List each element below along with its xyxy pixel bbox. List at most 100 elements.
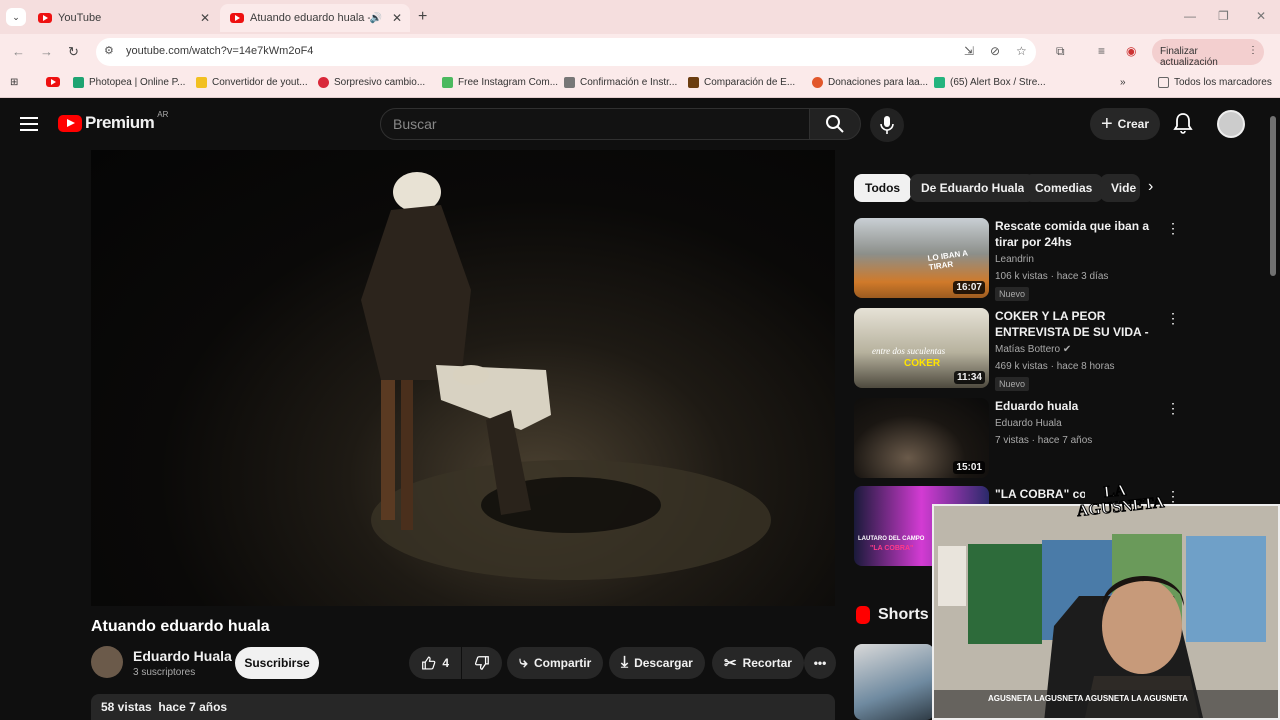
more-bookmarks-icon[interactable]: » <box>1120 77 1126 88</box>
bookmark-label: (65) Alert Box / Stre... <box>950 77 1046 88</box>
recommendation-meta: 7 vistas · hace 7 años <box>995 435 1093 446</box>
back-icon[interactable]: ← <box>12 44 25 59</box>
install-icon[interactable]: ⇲ <box>964 44 974 58</box>
thumbnail-caption: LO IBAN A TIRAR <box>927 248 969 272</box>
all-bookmarks[interactable]: Todos los marcadores <box>1158 77 1272 88</box>
bookmark-item[interactable]: Donaciones para laa... <box>812 77 928 88</box>
channel-name[interactable]: Eduardo Huala <box>133 648 232 664</box>
bookmark-item[interactable]: Sorpresivo cambio... <box>318 77 425 88</box>
account-avatar[interactable] <box>1217 110 1245 138</box>
search-box[interactable] <box>380 108 810 140</box>
bookmark-label: Comparación de E... <box>704 77 796 88</box>
youtube-premium-logo[interactable]: Premium AR <box>58 109 169 133</box>
chip-de-eduardo-huala[interactable]: De Eduardo Huala <box>910 174 1036 202</box>
create-button[interactable]: + Crear <box>1090 108 1160 140</box>
close-tab-icon[interactable]: ✕ <box>200 11 210 25</box>
chip-comedias[interactable]: Comedias <box>1024 174 1104 202</box>
video-thumbnail[interactable]: entre dos suculentas COKER 11:34 <box>854 308 989 388</box>
new-badge: Nuevo <box>995 377 1030 391</box>
bookmark-item[interactable]: (65) Alert Box / Stre... <box>934 77 1046 88</box>
update-button[interactable]: Finalizar actualización ⋮ <box>1152 39 1264 68</box>
video-thumbnail[interactable]: 15:01 <box>854 398 989 478</box>
youtube-favicon-icon <box>230 13 244 23</box>
more-vertical-icon[interactable]: ⋮ <box>1166 221 1180 235</box>
upload-age: hace 7 años <box>158 700 228 714</box>
bookmark-label: Photopea | Online P... <box>89 77 186 88</box>
bookmark-item[interactable]: Convertidor de yout... <box>196 77 308 88</box>
video-player[interactable] <box>91 150 835 606</box>
restore-icon[interactable]: ❐ <box>1218 9 1229 23</box>
recommendation-item[interactable]: entre dos suculentas COKER 11:34 COKER Y… <box>854 308 1180 391</box>
address-bar[interactable]: ⚙ youtube.com/watch?v=14e7kWm2oF4 ⇲ ⊘ ☆ <box>96 38 1036 66</box>
chip-videos[interactable]: Vide <box>1100 174 1140 202</box>
apps-icon[interactable]: ⊞ <box>10 77 18 88</box>
bookmark-item[interactable]: Free Instagram Com... <box>442 77 558 88</box>
subscribe-button[interactable]: Suscribirse <box>235 647 319 679</box>
clip-button[interactable]: ✂ Recortar <box>712 647 804 679</box>
more-vertical-icon[interactable]: ⋮ <box>1166 489 1180 503</box>
create-label: Crear <box>1117 117 1150 131</box>
speaker-icon[interactable]: 🔊 <box>370 13 382 24</box>
download-icon: ⤓ <box>621 654 629 671</box>
recommendation-channel: Eduardo Huala <box>995 418 1062 429</box>
close-window-icon[interactable]: ✕ <box>1256 9 1266 23</box>
eye-off-icon[interactable]: ⊘ <box>990 44 1000 58</box>
scrollbar[interactable] <box>1270 116 1276 276</box>
bookmark-item[interactable]: Confirmación e Instr... <box>564 77 677 88</box>
share-button[interactable]: ⤷ Compartir <box>507 647 604 679</box>
profile-icon[interactable]: ◉ <box>1126 44 1136 58</box>
bookmark-item[interactable]: Comparación de E... <box>688 77 795 88</box>
scissors-icon: ✂ <box>724 655 737 672</box>
forward-icon[interactable]: → <box>40 44 53 59</box>
subscriber-count: 3 suscriptores <box>133 667 196 678</box>
description-box[interactable]: 58 vistas hace 7 años <box>91 694 835 720</box>
search-input[interactable] <box>381 109 809 139</box>
new-badge: Nuevo <box>995 287 1030 301</box>
notifications-bell-icon[interactable] <box>1173 112 1193 134</box>
update-label: Finalizar actualización <box>1160 46 1218 68</box>
thumbnail-caption: LAUTARO DEL CAMPO <box>858 536 925 542</box>
menu-icon[interactable] <box>20 117 38 131</box>
site-info-icon[interactable]: ⚙ <box>104 44 114 57</box>
channel-avatar[interactable] <box>91 646 123 678</box>
search-button[interactable] <box>809 108 861 140</box>
short-thumbnail[interactable] <box>854 644 934 720</box>
more-actions-button[interactable]: ••• <box>804 647 836 679</box>
minimize-icon[interactable]: — <box>1184 9 1196 23</box>
menu-kebab-icon[interactable]: ⋮ <box>1248 45 1258 56</box>
tab-youtube[interactable]: YouTube ✕ <box>28 4 218 32</box>
close-tab-icon[interactable]: ✕ <box>392 11 402 25</box>
dislike-button[interactable] <box>462 647 502 679</box>
bookmark-item[interactable]: Photopea | Online P... <box>73 77 185 88</box>
video-thumbnail[interactable]: LO IBAN A TIRAR 16:07 <box>854 218 989 298</box>
chevron-right-icon[interactable]: › <box>1148 178 1153 196</box>
bookmark-youtube[interactable] <box>46 77 66 87</box>
download-button[interactable]: ⤓ Descargar <box>609 647 705 679</box>
more-vertical-icon[interactable]: ⋮ <box>1166 401 1180 415</box>
more-vertical-icon[interactable]: ⋮ <box>1166 311 1180 325</box>
extensions-icon[interactable]: ⧉ <box>1056 44 1065 59</box>
shorts-header: Shorts <box>856 606 929 624</box>
microphone-icon <box>880 116 894 134</box>
country-code: AR <box>157 109 169 119</box>
new-tab-button[interactable]: + <box>418 8 427 26</box>
thumbnail-caption: entre dos suculentas <box>872 346 946 356</box>
recommendation-item[interactable]: 15:01 Eduardo huala Eduardo Huala 7 vist… <box>854 398 1180 480</box>
recommendation-item[interactable]: LO IBAN A TIRAR 16:07 Rescate comida que… <box>854 218 1180 301</box>
video-title: Atuando eduardo huala <box>91 618 270 635</box>
bookmark-label: Free Instagram Com... <box>458 77 559 88</box>
url-text[interactable]: youtube.com/watch?v=14e7kWm2oF4 <box>126 45 313 57</box>
verified-icon: ✔ <box>1062 344 1072 355</box>
like-button[interactable]: 4 <box>409 647 461 679</box>
youtube-favicon-icon <box>38 13 52 23</box>
duration-badge: 16:07 <box>953 281 985 294</box>
chip-todos[interactable]: Todos <box>854 174 912 202</box>
tab-search-button[interactable]: ⌄ <box>6 8 26 26</box>
bookmark-star-icon[interactable]: ☆ <box>1016 44 1027 58</box>
share-icon: ⤷ <box>519 654 528 671</box>
tab-active-video[interactable]: Atuando eduardo huala - YouTube 🔊 ✕ <box>220 4 410 32</box>
media-control-icon[interactable]: ≡ <box>1098 44 1105 58</box>
reload-icon[interactable]: ↻ <box>68 44 79 60</box>
voice-search-button[interactable] <box>870 108 904 142</box>
link-icon <box>564 77 575 88</box>
